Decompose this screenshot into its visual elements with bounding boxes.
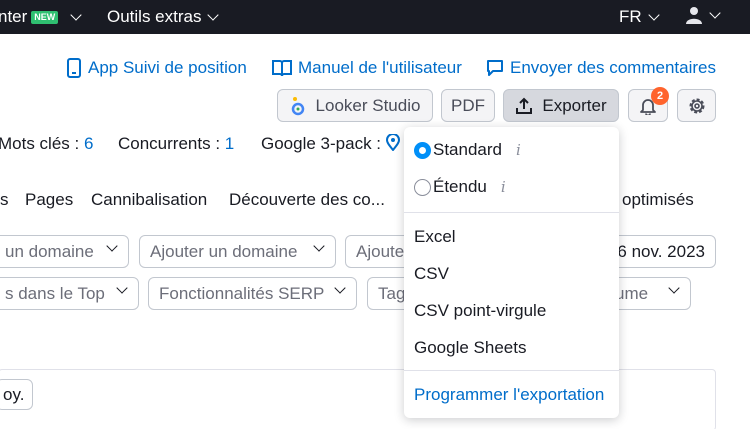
select-value: Tag <box>378 283 406 303</box>
button-label: oy. <box>3 384 25 404</box>
user-manual-link[interactable]: Manuel de l'utilisateur <box>272 58 462 78</box>
tab-keywords[interactable]: s <box>0 190 9 210</box>
map-pin-icon <box>385 133 400 152</box>
keywords-stat: Mots clés : 6 <box>0 134 93 154</box>
mobile-icon <box>67 58 81 78</box>
select-value: s dans le Top <box>5 283 105 303</box>
nav-item-tools[interactable]: nter NEW <box>0 7 82 27</box>
chevron-down-icon <box>106 240 118 252</box>
info-icon[interactable]: i <box>501 178 506 196</box>
tab-cannibalization[interactable]: Cannibalisation <box>91 190 207 210</box>
menu-divider <box>404 370 619 371</box>
select-value: Fonctionnalités SERP <box>159 283 325 303</box>
export-dropdown-menu: Standard i Étendu i Excel CSV CSV point-… <box>404 127 619 418</box>
chevron-down-icon <box>313 240 325 252</box>
book-icon <box>272 60 292 77</box>
select-value: Ajoute <box>356 241 405 261</box>
top-navigation-bar: nter NEW Outils extras FR <box>0 0 750 34</box>
top-positions-filter[interactable]: s dans le Top <box>0 277 139 310</box>
chevron-down-icon <box>648 8 660 21</box>
export-format-excel[interactable]: Excel <box>414 227 456 247</box>
competitors-stat: Concurrents : 1 <box>118 134 234 154</box>
export-button[interactable]: Exporter <box>503 89 619 122</box>
select-value: ume <box>615 283 649 303</box>
gear-icon <box>689 98 704 113</box>
nav-item-extras[interactable]: Outils extras <box>107 7 220 27</box>
select-value: Ajouter un domaine <box>150 241 298 261</box>
export-format-google-sheets[interactable]: Google Sheets <box>414 338 526 358</box>
schedule-export-link[interactable]: Programmer l'exportation <box>414 385 604 405</box>
user-icon <box>686 7 702 24</box>
stat-label: Mots clés : <box>0 134 84 153</box>
link-label: Envoyer des commentaires <box>510 58 716 77</box>
looker-studio-icon <box>291 96 304 115</box>
chevron-down-icon <box>70 8 82 21</box>
language-label: FR <box>619 7 642 26</box>
chevron-down-icon <box>709 6 721 19</box>
looker-studio-button[interactable]: Looker Studio <box>277 89 433 122</box>
domain-filter-2[interactable]: Ajouter un domaine <box>139 235 336 268</box>
chevron-down-icon <box>668 282 680 294</box>
new-badge: NEW <box>31 10 59 24</box>
chevron-down-icon <box>116 282 128 294</box>
google-3-pack-stat: Google 3-pack : <box>261 133 400 154</box>
language-selector[interactable]: FR <box>619 7 660 27</box>
tab-discovery[interactable]: Découverte des co... <box>229 190 385 210</box>
export-format-csv[interactable]: CSV <box>414 264 449 284</box>
serp-features-filter[interactable]: Fonctionnalités SERP <box>148 277 357 310</box>
button-label: Exporter <box>542 95 607 115</box>
link-label: Manuel de l'utilisateur <box>298 58 462 77</box>
domain-filter-1[interactable]: un domaine <box>0 235 129 268</box>
option-label: Étendu <box>433 177 487 196</box>
button-label: PDF <box>451 95 485 115</box>
user-menu[interactable] <box>685 6 721 24</box>
stat-label: Concurrents : <box>118 134 225 153</box>
select-value: un domaine <box>5 241 94 261</box>
date-value: 6 nov. 2023 <box>617 241 705 261</box>
table-action-button[interactable]: oy. <box>0 379 34 410</box>
app-position-tracking-link[interactable]: App Suivi de position <box>66 58 247 78</box>
notification-count-badge: 2 <box>651 87 669 105</box>
send-feedback-link[interactable]: Envoyer des commentaires <box>486 58 716 78</box>
stat-value[interactable]: 6 <box>84 134 93 153</box>
radio-button-selected[interactable] <box>414 141 431 159</box>
stat-value[interactable]: 1 <box>225 134 234 153</box>
export-option-standard[interactable]: Standard i <box>414 140 521 160</box>
stat-label: Google 3-pack : <box>261 134 386 153</box>
upload-icon <box>516 97 533 114</box>
tab-pages[interactable]: Pages <box>25 190 73 210</box>
chevron-down-icon <box>207 8 220 21</box>
menu-divider <box>404 212 619 213</box>
export-format-csv-semicolon[interactable]: CSV point-virgule <box>414 301 546 321</box>
option-label: Standard <box>433 140 502 159</box>
export-option-extended[interactable]: Étendu i <box>414 177 506 197</box>
tab-optimized[interactable]: optimisés <box>622 190 694 210</box>
pdf-button[interactable]: PDF <box>441 89 495 122</box>
comment-icon <box>487 60 503 76</box>
nav-item-label: Outils extras <box>107 7 202 26</box>
nav-item-label: nter <box>0 7 28 26</box>
link-label: App Suivi de position <box>88 58 247 77</box>
button-label: Looker Studio <box>315 95 421 115</box>
settings-button[interactable] <box>677 89 716 122</box>
info-icon[interactable]: i <box>516 141 521 159</box>
chevron-down-icon <box>334 282 346 294</box>
radio-button[interactable] <box>414 178 431 196</box>
